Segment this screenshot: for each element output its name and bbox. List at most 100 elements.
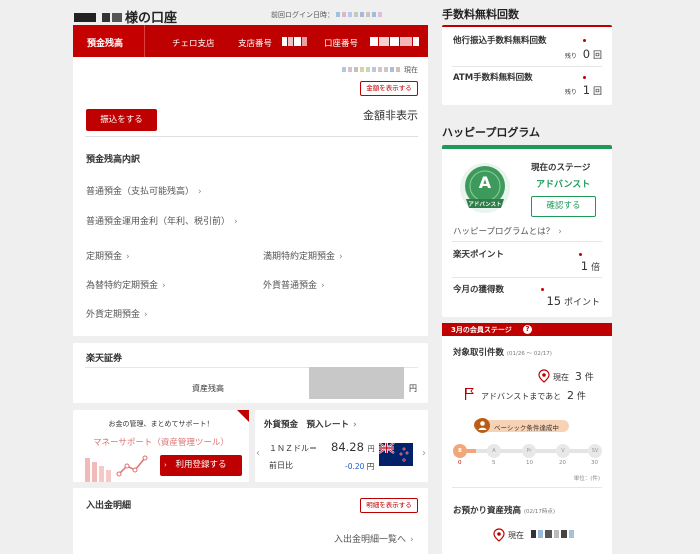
branch-number-label: 支店番号	[238, 39, 273, 49]
about-happy-label: ハッピープログラムとは？	[453, 227, 555, 237]
account-owner: 様の口座	[74, 7, 177, 26]
register-button[interactable]: 利用登録する ›	[160, 455, 242, 476]
fx-title-label: 外貨預金 預入レート	[264, 420, 350, 430]
chevron-right-icon: ›	[164, 461, 167, 469]
month-points-value: 15 ポイント	[546, 294, 600, 308]
tab-balance[interactable]: 預金残高	[73, 25, 145, 57]
fx-pair: １ＮＺドル＝	[269, 444, 317, 453]
remain-label: 残り	[564, 53, 577, 60]
scale-num-20: 20	[559, 460, 566, 466]
happy-divider	[452, 241, 602, 242]
statement-card: 入出金明細 明細を表示する 入出金明細一覧へ ›	[73, 488, 428, 554]
points-number: 1	[580, 259, 589, 273]
location-pin-icon	[493, 528, 505, 542]
remain-unit: 回	[592, 87, 602, 97]
breakdown-title: 預金残高内訳	[86, 155, 141, 165]
assets-period: (02/17時点)	[523, 509, 556, 515]
to-advanced-label: アドバンストまであと	[481, 392, 562, 401]
branch-name: チェロ支店	[172, 39, 215, 49]
member-stage-header-label: 3月の会員ステージ	[451, 326, 512, 334]
nz-flag-icon	[379, 443, 413, 466]
fx-next-arrow[interactable]: ›	[422, 448, 426, 459]
chevron-right-icon: ›	[198, 187, 202, 197]
help-icon[interactable]: ?	[523, 325, 532, 334]
points-dot	[579, 253, 582, 256]
breakdown-item-foreign-ordinary[interactable]: 外貨普通預金 ›	[263, 278, 325, 291]
current-stage-label: 現在のステージ	[531, 163, 591, 173]
breakdown-item-ordinary[interactable]: 普通預金（支払可能残高） ›	[86, 184, 202, 197]
scale-dot-advanced: A	[487, 444, 501, 458]
fx-title[interactable]: 外貨預金 預入レート ›	[264, 418, 357, 430]
remain-value: 1	[582, 83, 591, 97]
account-name-suffix: 様の口座	[125, 11, 178, 26]
flag-icon	[465, 388, 474, 400]
fee-dot	[583, 76, 586, 79]
fx-rate-number: 84.28	[331, 440, 364, 454]
fx-prev-arrow[interactable]: ‹	[256, 448, 260, 459]
as-of-mosaic	[341, 66, 402, 74]
last-login-mosaic	[336, 11, 384, 19]
scale-dot-basic: B	[453, 444, 467, 458]
fee-free-title: 手数料無料回数	[442, 8, 519, 21]
chevron-right-icon: ›	[144, 310, 148, 320]
chevron-right-icon: ›	[162, 281, 166, 291]
balance-as-of: 現在	[341, 65, 418, 75]
scale-dot-premium: Pr	[522, 444, 536, 458]
money-support-card[interactable]: お金の管理、まとめてサポート！ マネーサポート（資産管理ツール） 利用登録する …	[73, 410, 249, 482]
fee-free-card: 他行振込手数料無料回数 残り 0 回 ATM手数料無料回数 残り 1 回	[442, 25, 612, 105]
chevron-right-icon: ›	[339, 252, 343, 262]
name-mosaic	[74, 11, 125, 26]
tab-balance-label: 預金残高	[87, 39, 124, 49]
current-count: 現在 3 件	[553, 370, 594, 383]
breakdown-item-label: 普通預金運用金利（年利、税引前）	[86, 217, 231, 227]
points-value: 1 倍	[581, 259, 600, 273]
transactions-period: (01/26 ～ 02/17)	[506, 351, 552, 357]
fx-rate-unit: 円	[367, 445, 375, 453]
member-stage-card: 3月の会員ステージ ? 対象取引件数 (01/26 ～ 02/17) 現在 3 …	[442, 323, 612, 554]
branch-number-mosaic	[282, 37, 307, 49]
money-support-name: マネーサポート（資産管理ツール）	[93, 438, 229, 448]
member-stage-header: 3月の会員ステージ ?	[442, 323, 612, 336]
current-stage-name: アドバンスト	[536, 180, 591, 190]
account-card: 預金残高 チェロ支店 支店番号 口座番号 現在 金額を表示する 振込をする 金額…	[73, 25, 428, 336]
breakdown-item-interest[interactable]: 普通預金運用金利（年利、税引前） ›	[86, 214, 238, 227]
to-advanced-unit: 件	[576, 392, 586, 402]
fx-rate-card: 外貨預金 預入レート › ‹ › １ＮＺドル＝ 84.28 円 前日比 -0.20…	[255, 410, 428, 482]
progress-user-avatar-icon	[475, 418, 490, 433]
to-advanced-count: アドバンストまであと 2 件	[481, 389, 586, 402]
scale-num-5: 5	[492, 460, 496, 466]
show-statement-button[interactable]: 明細を表示する	[360, 498, 418, 513]
breakdown-item-label: 外貨定期預金	[86, 310, 141, 320]
chevron-right-icon: ›	[353, 420, 357, 430]
scale-dot-vip: V	[556, 444, 570, 458]
chevron-right-icon: ›	[321, 281, 325, 291]
transfer-button[interactable]: 振込をする	[86, 109, 157, 131]
current-count-label: 現在	[553, 373, 569, 382]
stage-divider	[452, 487, 602, 488]
remain-unit: 回	[592, 51, 602, 61]
breakdown-item-label: 定期預金	[86, 252, 123, 262]
amount-hidden-text: 金額非表示	[363, 109, 418, 122]
breakdown-item-foreign-time[interactable]: 外貨定期預金 ›	[86, 307, 148, 320]
show-amount-button[interactable]: 金額を表示する	[360, 81, 418, 96]
happy-divider	[452, 277, 602, 278]
last-login: 前回ログイン日時：	[271, 10, 384, 20]
month-points-label: 今月の獲得数	[453, 285, 505, 295]
scale-num-10: 10	[526, 460, 533, 466]
fee-dot	[583, 39, 586, 42]
statement-list-link[interactable]: 入出金明細一覧へ ›	[334, 532, 414, 545]
account-tab-bar: 預金残高 チェロ支店 支店番号 口座番号	[73, 25, 428, 57]
current-count-unit: 件	[584, 373, 594, 383]
fee-row-transfer-label: 他行振込手数料無料回数	[453, 36, 547, 46]
breakdown-item-maturity-deposit[interactable]: 満期特約定期預金 ›	[263, 249, 343, 262]
assets-title: お預かり資産残高 (02/17時点)	[453, 504, 555, 516]
about-happy-link[interactable]: ハッピープログラムとは？ ›	[453, 225, 562, 237]
assets-amount-mosaic	[530, 530, 576, 541]
confirm-stage-button[interactable]: 確認する	[531, 196, 596, 217]
breakdown-item-fx-special[interactable]: 為替特約定期預金 ›	[86, 278, 166, 291]
breakdown-item-time-deposit[interactable]: 定期預金 ›	[86, 249, 130, 262]
transactions-title: 対象取引件数 (01/26 ～ 02/17)	[453, 346, 552, 358]
scale-num-30: 30	[591, 460, 598, 466]
securities-title: 楽天証券	[86, 354, 123, 364]
securities-unit: 円	[409, 384, 417, 393]
